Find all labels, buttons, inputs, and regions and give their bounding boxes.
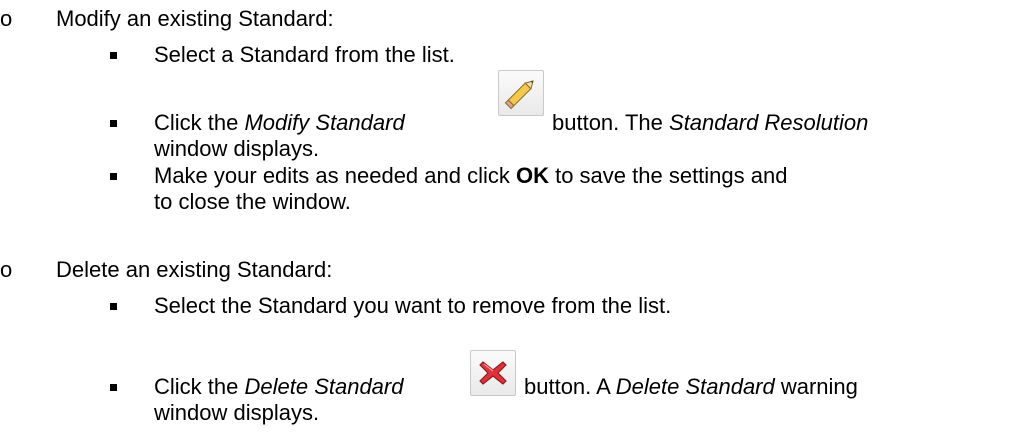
pencil-icon (504, 80, 534, 110)
step-text: button. A (524, 374, 616, 399)
bullet-square (110, 384, 117, 391)
bullet-square (110, 303, 117, 310)
ok-label: OK (515, 163, 549, 188)
step-click-delete-cont: button. A Delete Standard warning (524, 374, 858, 400)
red-x-icon (479, 361, 507, 385)
step-click-delete: Click the Delete Standard (154, 374, 403, 400)
step-text: Click the (154, 374, 245, 399)
bullet-square (110, 120, 117, 127)
list-marker: o (0, 6, 13, 31)
step-click-modify-cont: button. The Standard Resolution (552, 110, 868, 136)
delete-standard-name: Delete Standard (244, 374, 404, 399)
step-select-standard: Select a Standard from the list. (154, 42, 455, 67)
bullet-square (110, 52, 117, 59)
delete-standard-button (470, 350, 516, 396)
section-heading-delete: Delete an existing Standard: (56, 257, 333, 282)
list-marker: o (0, 257, 13, 282)
bullet-square (110, 173, 117, 180)
document-page: { "section_modify": { "heading_marker": … (0, 0, 1022, 448)
step-click-modify: Click the Modify Standard (154, 110, 405, 136)
step-select-remove: Select the Standard you want to remove f… (154, 293, 672, 318)
modify-standard-button (498, 70, 544, 116)
standard-resolution-name: Standard Resolution (669, 110, 869, 135)
step-make-edits: Make your edits as needed and click OK t… (154, 163, 787, 189)
step-text: Click the (154, 110, 245, 135)
step-click-modify-line2: window displays. (154, 136, 320, 161)
step-click-delete-line2: window displays. (154, 400, 320, 425)
delete-standard-window-name: Delete Standard (615, 374, 775, 399)
section-heading-modify: Modify an existing Standard: (56, 6, 334, 31)
step-make-edits-line2: to close the window. (154, 189, 351, 214)
step-text: warning (774, 374, 858, 399)
step-text: button. The (552, 110, 670, 135)
step-text: to save the settings and (548, 163, 788, 188)
step-text: Make your edits as needed and click (154, 163, 516, 188)
modify-standard-name: Modify Standard (244, 110, 405, 135)
